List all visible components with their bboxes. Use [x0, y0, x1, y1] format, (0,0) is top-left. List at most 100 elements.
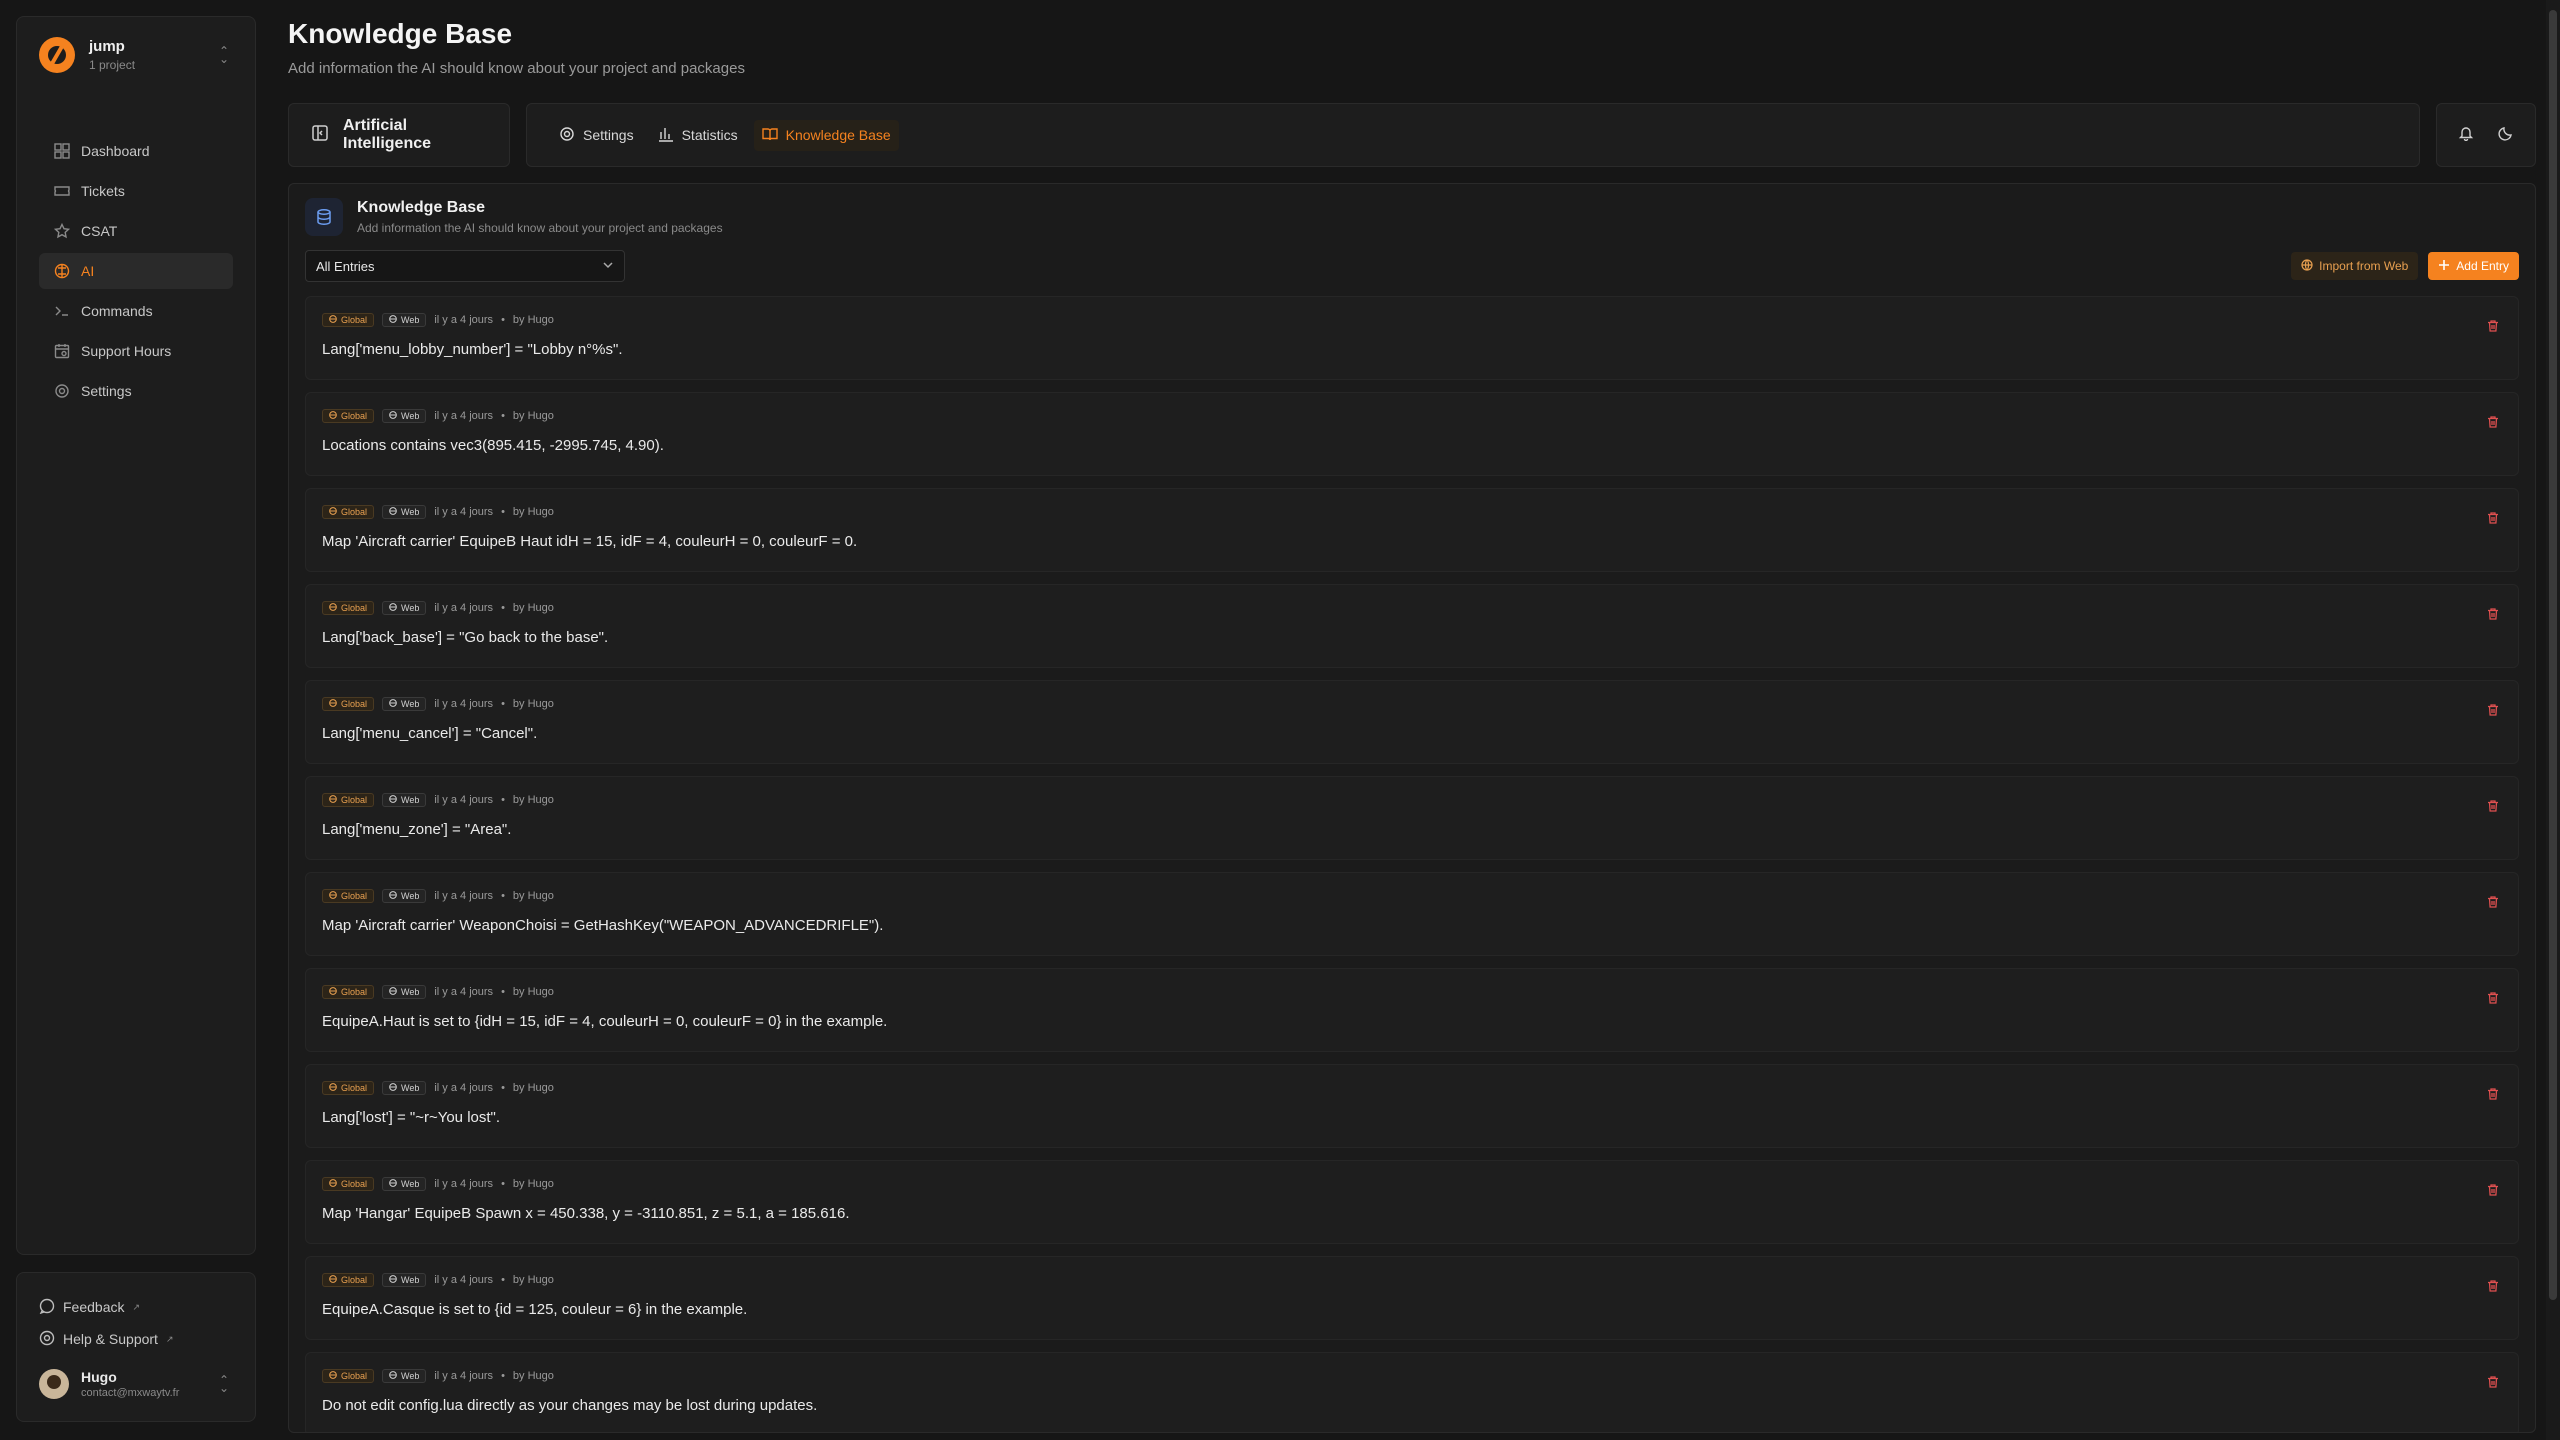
source-badge: Web — [382, 697, 427, 711]
feedback-link[interactable]: Feedback ↗ — [39, 1291, 233, 1323]
entry-meta: Global Web il y a 4 jours • by Hugo — [322, 793, 2502, 807]
terminal-icon — [53, 302, 71, 320]
scope-badge: Global — [322, 1369, 375, 1383]
tab-knowledge-base[interactable]: Knowledge Base — [753, 119, 899, 151]
sidebar-item-settings[interactable]: Settings — [39, 373, 233, 409]
scope-badge: Global — [322, 697, 375, 711]
sidebar-item-label: Support Hours — [81, 343, 172, 359]
knowledge-entry[interactable]: Global Web il y a 4 jours • by Hugo Map … — [305, 488, 2519, 572]
sidebar-item-tickets[interactable]: Tickets — [39, 173, 233, 209]
globe-icon — [389, 315, 397, 325]
knowledge-entry[interactable]: Global Web il y a 4 jours • by Hugo Equi… — [305, 1256, 2519, 1340]
entry-author: by Hugo — [512, 602, 554, 614]
scope-label: Global — [341, 603, 368, 613]
globe-icon — [389, 699, 397, 709]
trash-icon[interactable] — [2486, 703, 2500, 722]
globe-icon — [329, 891, 337, 901]
knowledge-entry[interactable]: Global Web il y a 4 jours • by Hugo Lang… — [305, 680, 2519, 764]
gear-icon — [559, 126, 575, 145]
trash-icon[interactable] — [2486, 415, 2500, 434]
sidebar-item-label: CSAT — [81, 223, 118, 239]
source-badge: Web — [382, 505, 427, 519]
knowledge-entry[interactable]: Global Web il y a 4 jours • by Hugo Lang… — [305, 776, 2519, 860]
knowledge-entry[interactable]: Global Web il y a 4 jours • by Hugo Lang… — [305, 584, 2519, 668]
trash-icon[interactable] — [2486, 1279, 2500, 1298]
knowledge-entry[interactable]: Global Web il y a 4 jours • by Hugo Lang… — [305, 1064, 2519, 1148]
external-link-icon: ↗ — [132, 1301, 141, 1312]
page-scrollbar[interactable] — [2546, 0, 2560, 1440]
globe-icon — [389, 411, 397, 421]
knowledge-entry[interactable]: Global Web il y a 4 jours • by Hugo Do n… — [305, 1352, 2519, 1432]
trash-icon[interactable] — [2486, 1087, 2500, 1106]
source-badge: Web — [382, 1273, 427, 1287]
meta-separator: • — [501, 506, 505, 518]
moon-icon[interactable] — [2498, 125, 2514, 146]
sidebar-item-dashboard[interactable]: Dashboard — [39, 133, 233, 169]
help-support-link[interactable]: Help & Support ↗ — [39, 1323, 233, 1355]
globe-icon — [389, 1275, 397, 1285]
knowledge-entry[interactable]: Global Web il y a 4 jours • by Hugo Map … — [305, 872, 2519, 956]
globe-icon — [329, 411, 337, 421]
gear-icon — [53, 382, 71, 400]
meta-separator: • — [501, 986, 505, 998]
sidebar-item-commands[interactable]: Commands — [39, 293, 233, 329]
tab-statistics[interactable]: Statistics — [650, 120, 746, 151]
entry-text: EquipeA.Casque is set to {id = 125, coul… — [322, 1301, 748, 1318]
project-count: 1 project — [89, 58, 136, 72]
knowledge-entry[interactable]: Global Web il y a 4 jours • by Hugo Map … — [305, 1160, 2519, 1244]
globe-icon — [329, 603, 337, 613]
scope-badge: Global — [322, 505, 375, 519]
chat-bubble-icon — [39, 1298, 55, 1317]
project-switcher[interactable]: jump 1 project ⌃ ⌄ — [17, 17, 255, 93]
scope-badge: Global — [322, 601, 375, 615]
entry-time: il y a 4 jours — [434, 1370, 494, 1382]
entry-time: il y a 4 jours — [434, 1082, 494, 1094]
panel-header: Knowledge Base Add information the AI sh… — [305, 198, 2519, 236]
trash-icon[interactable] — [2486, 1183, 2500, 1202]
sidebar-item-support-hours[interactable]: Support Hours — [39, 333, 233, 369]
entry-text: Map 'Aircraft carrier' WeaponChoisi = Ge… — [322, 917, 884, 934]
knowledge-entry[interactable]: Global Web il y a 4 jours • by Hugo Equi… — [305, 968, 2519, 1052]
entry-author: by Hugo — [512, 698, 554, 710]
globe-icon — [389, 987, 397, 997]
trash-icon[interactable] — [2486, 607, 2500, 626]
meta-separator: • — [501, 1178, 505, 1190]
sidebar-item-csat[interactable]: CSAT — [39, 213, 233, 249]
knowledge-entry[interactable]: Global Web il y a 4 jours • by Hugo Lang… — [305, 296, 2519, 380]
user-menu[interactable]: Hugo contact@mxwaytv.fr ⌃ ⌄ — [39, 1369, 233, 1399]
trash-icon[interactable] — [2486, 799, 2500, 818]
add-entry-button[interactable]: Add Entry — [2428, 252, 2519, 280]
source-badge: Web — [382, 985, 427, 999]
knowledge-entry[interactable]: Global Web il y a 4 jours • by Hugo Loca… — [305, 392, 2519, 476]
entry-meta: Global Web il y a 4 jours • by Hugo — [322, 409, 2502, 423]
sidebar-item-ai[interactable]: AI — [39, 253, 233, 289]
entry-meta: Global Web il y a 4 jours • by Hugo — [322, 697, 2502, 711]
entries-filter-select[interactable]: All Entries — [305, 250, 625, 282]
source-badge: Web — [382, 1081, 427, 1095]
globe-icon — [329, 987, 337, 997]
trash-icon[interactable] — [2486, 319, 2500, 338]
entry-meta: Global Web il y a 4 jours • by Hugo — [322, 505, 2502, 519]
tab-settings[interactable]: Settings — [551, 120, 642, 151]
section-toggle[interactable]: Artificial Intelligence — [288, 103, 510, 167]
scrollbar-thumb[interactable] — [2549, 10, 2557, 1300]
source-badge: Web — [382, 793, 427, 807]
ai-icon — [53, 262, 71, 280]
filter-row: All Entries Import from Web Add Entry — [305, 250, 2519, 282]
calendar-clock-icon — [53, 342, 71, 360]
trash-icon[interactable] — [2486, 895, 2500, 914]
scope-label: Global — [341, 507, 368, 517]
globe-icon — [2301, 258, 2313, 274]
sidebar-item-label: Commands — [81, 303, 153, 319]
scope-label: Global — [341, 891, 368, 901]
trash-icon[interactable] — [2486, 511, 2500, 530]
sidebar-panel-icon — [311, 124, 329, 147]
scope-badge: Global — [322, 1177, 375, 1191]
trash-icon[interactable] — [2486, 1375, 2500, 1394]
trash-icon[interactable] — [2486, 991, 2500, 1010]
entry-text: Lang['back_base'] = "Go back to the base… — [322, 629, 609, 646]
sidebar-item-label: Tickets — [81, 183, 125, 199]
entry-text: Do not edit config.lua directly as your … — [322, 1397, 818, 1414]
import-from-web-button[interactable]: Import from Web — [2291, 252, 2419, 280]
bell-icon[interactable] — [2458, 125, 2474, 146]
